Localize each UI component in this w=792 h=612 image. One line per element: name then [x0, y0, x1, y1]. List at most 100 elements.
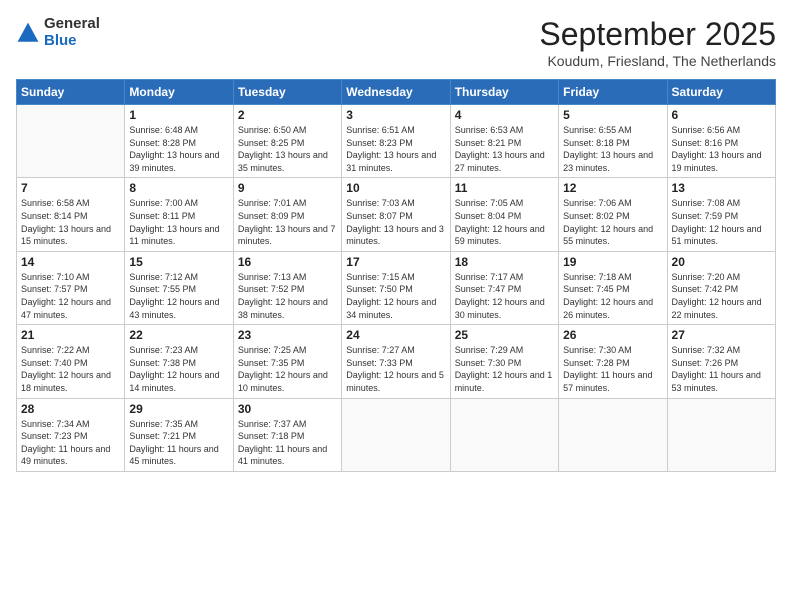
- day-info: Sunrise: 7:15 AM Sunset: 7:50 PM Dayligh…: [346, 271, 445, 321]
- day-info: Sunrise: 7:17 AM Sunset: 7:47 PM Dayligh…: [455, 271, 554, 321]
- day-info: Sunrise: 7:27 AM Sunset: 7:33 PM Dayligh…: [346, 344, 445, 394]
- title-section: September 2025 Koudum, Friesland, The Ne…: [539, 16, 776, 69]
- day-info: Sunrise: 7:08 AM Sunset: 7:59 PM Dayligh…: [672, 197, 771, 247]
- day-number: 11: [455, 181, 554, 195]
- location: Koudum, Friesland, The Netherlands: [539, 53, 776, 69]
- day-number: 26: [563, 328, 662, 342]
- day-number: 2: [238, 108, 337, 122]
- day-number: 7: [21, 181, 120, 195]
- weekday-header: Thursday: [450, 80, 558, 105]
- weekday-header: Tuesday: [233, 80, 341, 105]
- day-number: 19: [563, 255, 662, 269]
- calendar-cell: 8Sunrise: 7:00 AM Sunset: 8:11 PM Daylig…: [125, 178, 233, 251]
- day-number: 8: [129, 181, 228, 195]
- day-number: 23: [238, 328, 337, 342]
- calendar-cell: 30 Sunrise: 7:37 AM Sunset: 7:18 PM Dayli…: [233, 398, 341, 471]
- calendar-cell: 19 Sunrise: 7:18 AM Sunset: 7:45 PM Dayli…: [559, 251, 667, 324]
- calendar-week-row: 28 Sunrise: 7:34 AM Sunset: 7:23 PM Dayli…: [17, 398, 776, 471]
- calendar-cell: 4 Sunrise: 6:53 AM Sunset: 8:21 PM Daylig…: [450, 105, 558, 178]
- calendar-week-row: 1Sunrise: 6:48 AM Sunset: 8:28 PM Daylig…: [17, 105, 776, 178]
- day-info: Sunrise: 6:50 AM Sunset: 8:25 PM Dayligh…: [238, 124, 337, 174]
- weekday-header: Monday: [125, 80, 233, 105]
- weekday-header: Sunday: [17, 80, 125, 105]
- calendar-cell: 17 Sunrise: 7:15 AM Sunset: 7:50 PM Dayli…: [342, 251, 450, 324]
- calendar-cell: 18 Sunrise: 7:17 AM Sunset: 7:47 PM Dayli…: [450, 251, 558, 324]
- day-info: Sunrise: 7:37 AM Sunset: 7:18 PM Dayligh…: [238, 418, 337, 468]
- day-info: Sunrise: 7:06 AM Sunset: 8:02 PM Dayligh…: [563, 197, 662, 247]
- calendar-week-row: 14Sunrise: 7:10 AM Sunset: 7:57 PM Dayli…: [17, 251, 776, 324]
- calendar-cell: 29Sunrise: 7:35 AM Sunset: 7:21 PM Dayli…: [125, 398, 233, 471]
- day-info: Sunrise: 7:20 AM Sunset: 7:42 PM Dayligh…: [672, 271, 771, 321]
- calendar-cell: 13Sunrise: 7:08 AM Sunset: 7:59 PM Dayli…: [667, 178, 775, 251]
- day-number: 30: [238, 402, 337, 416]
- day-number: 20: [672, 255, 771, 269]
- weekday-header: Wednesday: [342, 80, 450, 105]
- day-info: Sunrise: 6:51 AM Sunset: 8:23 PM Dayligh…: [346, 124, 445, 174]
- day-info: Sunrise: 7:12 AM Sunset: 7:55 PM Dayligh…: [129, 271, 228, 321]
- calendar-cell: 6Sunrise: 6:56 AM Sunset: 8:16 PM Daylig…: [667, 105, 775, 178]
- calendar-cell: 28 Sunrise: 7:34 AM Sunset: 7:23 PM Dayli…: [17, 398, 125, 471]
- calendar-header-row: SundayMondayTuesdayWednesdayThursdayFrid…: [17, 80, 776, 105]
- calendar-cell: 5 Sunrise: 6:55 AM Sunset: 8:18 PM Daylig…: [559, 105, 667, 178]
- calendar-cell: 7 Sunrise: 6:58 AM Sunset: 8:14 PM Daylig…: [17, 178, 125, 251]
- calendar-cell: 1Sunrise: 6:48 AM Sunset: 8:28 PM Daylig…: [125, 105, 233, 178]
- day-number: 15: [129, 255, 228, 269]
- day-info: Sunrise: 6:55 AM Sunset: 8:18 PM Dayligh…: [563, 124, 662, 174]
- day-info: Sunrise: 7:18 AM Sunset: 7:45 PM Dayligh…: [563, 271, 662, 321]
- calendar-cell: 11 Sunrise: 7:05 AM Sunset: 8:04 PM Dayli…: [450, 178, 558, 251]
- day-info: Sunrise: 7:22 AM Sunset: 7:40 PM Dayligh…: [21, 344, 120, 394]
- calendar-cell: 3 Sunrise: 6:51 AM Sunset: 8:23 PM Daylig…: [342, 105, 450, 178]
- weekday-header: Saturday: [667, 80, 775, 105]
- calendar-cell: 26 Sunrise: 7:30 AM Sunset: 7:28 PM Dayli…: [559, 325, 667, 398]
- calendar-cell: 24 Sunrise: 7:27 AM Sunset: 7:33 PM Dayli…: [342, 325, 450, 398]
- day-number: 1: [129, 108, 228, 122]
- day-number: 24: [346, 328, 445, 342]
- day-number: 22: [129, 328, 228, 342]
- logo-icon: [16, 21, 40, 45]
- logo: General Blue: [16, 16, 100, 49]
- day-info: Sunrise: 7:25 AM Sunset: 7:35 PM Dayligh…: [238, 344, 337, 394]
- day-info: Sunrise: 7:32 AM Sunset: 7:26 PM Dayligh…: [672, 344, 771, 394]
- day-number: 21: [21, 328, 120, 342]
- day-info: Sunrise: 7:03 AM Sunset: 8:07 PM Dayligh…: [346, 197, 445, 247]
- calendar-cell: 2 Sunrise: 6:50 AM Sunset: 8:25 PM Daylig…: [233, 105, 341, 178]
- calendar-cell: [450, 398, 558, 471]
- day-info: Sunrise: 7:23 AM Sunset: 7:38 PM Dayligh…: [129, 344, 228, 394]
- day-number: 17: [346, 255, 445, 269]
- month-title: September 2025: [539, 16, 776, 53]
- calendar-cell: 15 Sunrise: 7:12 AM Sunset: 7:55 PM Dayli…: [125, 251, 233, 324]
- calendar-cell: 9Sunrise: 7:01 AM Sunset: 8:09 PM Daylig…: [233, 178, 341, 251]
- calendar-cell: 23 Sunrise: 7:25 AM Sunset: 7:35 PM Dayli…: [233, 325, 341, 398]
- day-number: 5: [563, 108, 662, 122]
- day-info: Sunrise: 7:35 AM Sunset: 7:21 PM Dayligh…: [129, 418, 228, 468]
- day-info: Sunrise: 7:30 AM Sunset: 7:28 PM Dayligh…: [563, 344, 662, 394]
- calendar-week-row: 7 Sunrise: 6:58 AM Sunset: 8:14 PM Daylig…: [17, 178, 776, 251]
- day-info: Sunrise: 6:58 AM Sunset: 8:14 PM Dayligh…: [21, 197, 120, 247]
- day-info: Sunrise: 7:10 AM Sunset: 7:57 PM Dayligh…: [21, 271, 120, 321]
- logo-blue: Blue: [44, 33, 100, 50]
- day-number: 18: [455, 255, 554, 269]
- calendar-cell: [17, 105, 125, 178]
- calendar-cell: 16Sunrise: 7:13 AM Sunset: 7:52 PM Dayli…: [233, 251, 341, 324]
- day-number: 4: [455, 108, 554, 122]
- calendar-cell: 21 Sunrise: 7:22 AM Sunset: 7:40 PM Dayli…: [17, 325, 125, 398]
- calendar-cell: [559, 398, 667, 471]
- calendar-cell: [667, 398, 775, 471]
- calendar-cell: 10Sunrise: 7:03 AM Sunset: 8:07 PM Dayli…: [342, 178, 450, 251]
- day-number: 3: [346, 108, 445, 122]
- logo-text: General Blue: [44, 16, 100, 49]
- day-info: Sunrise: 7:29 AM Sunset: 7:30 PM Dayligh…: [455, 344, 554, 394]
- day-number: 28: [21, 402, 120, 416]
- day-info: Sunrise: 7:13 AM Sunset: 7:52 PM Dayligh…: [238, 271, 337, 321]
- calendar: SundayMondayTuesdayWednesdayThursdayFrid…: [16, 79, 776, 472]
- day-info: Sunrise: 6:53 AM Sunset: 8:21 PM Dayligh…: [455, 124, 554, 174]
- day-number: 27: [672, 328, 771, 342]
- weekday-header: Friday: [559, 80, 667, 105]
- day-info: Sunrise: 7:05 AM Sunset: 8:04 PM Dayligh…: [455, 197, 554, 247]
- day-number: 9: [238, 181, 337, 195]
- calendar-cell: 27 Sunrise: 7:32 AM Sunset: 7:26 PM Dayli…: [667, 325, 775, 398]
- day-info: Sunrise: 6:56 AM Sunset: 8:16 PM Dayligh…: [672, 124, 771, 174]
- calendar-cell: 14Sunrise: 7:10 AM Sunset: 7:57 PM Dayli…: [17, 251, 125, 324]
- day-info: Sunrise: 7:34 AM Sunset: 7:23 PM Dayligh…: [21, 418, 120, 468]
- calendar-cell: 22 Sunrise: 7:23 AM Sunset: 7:38 PM Dayli…: [125, 325, 233, 398]
